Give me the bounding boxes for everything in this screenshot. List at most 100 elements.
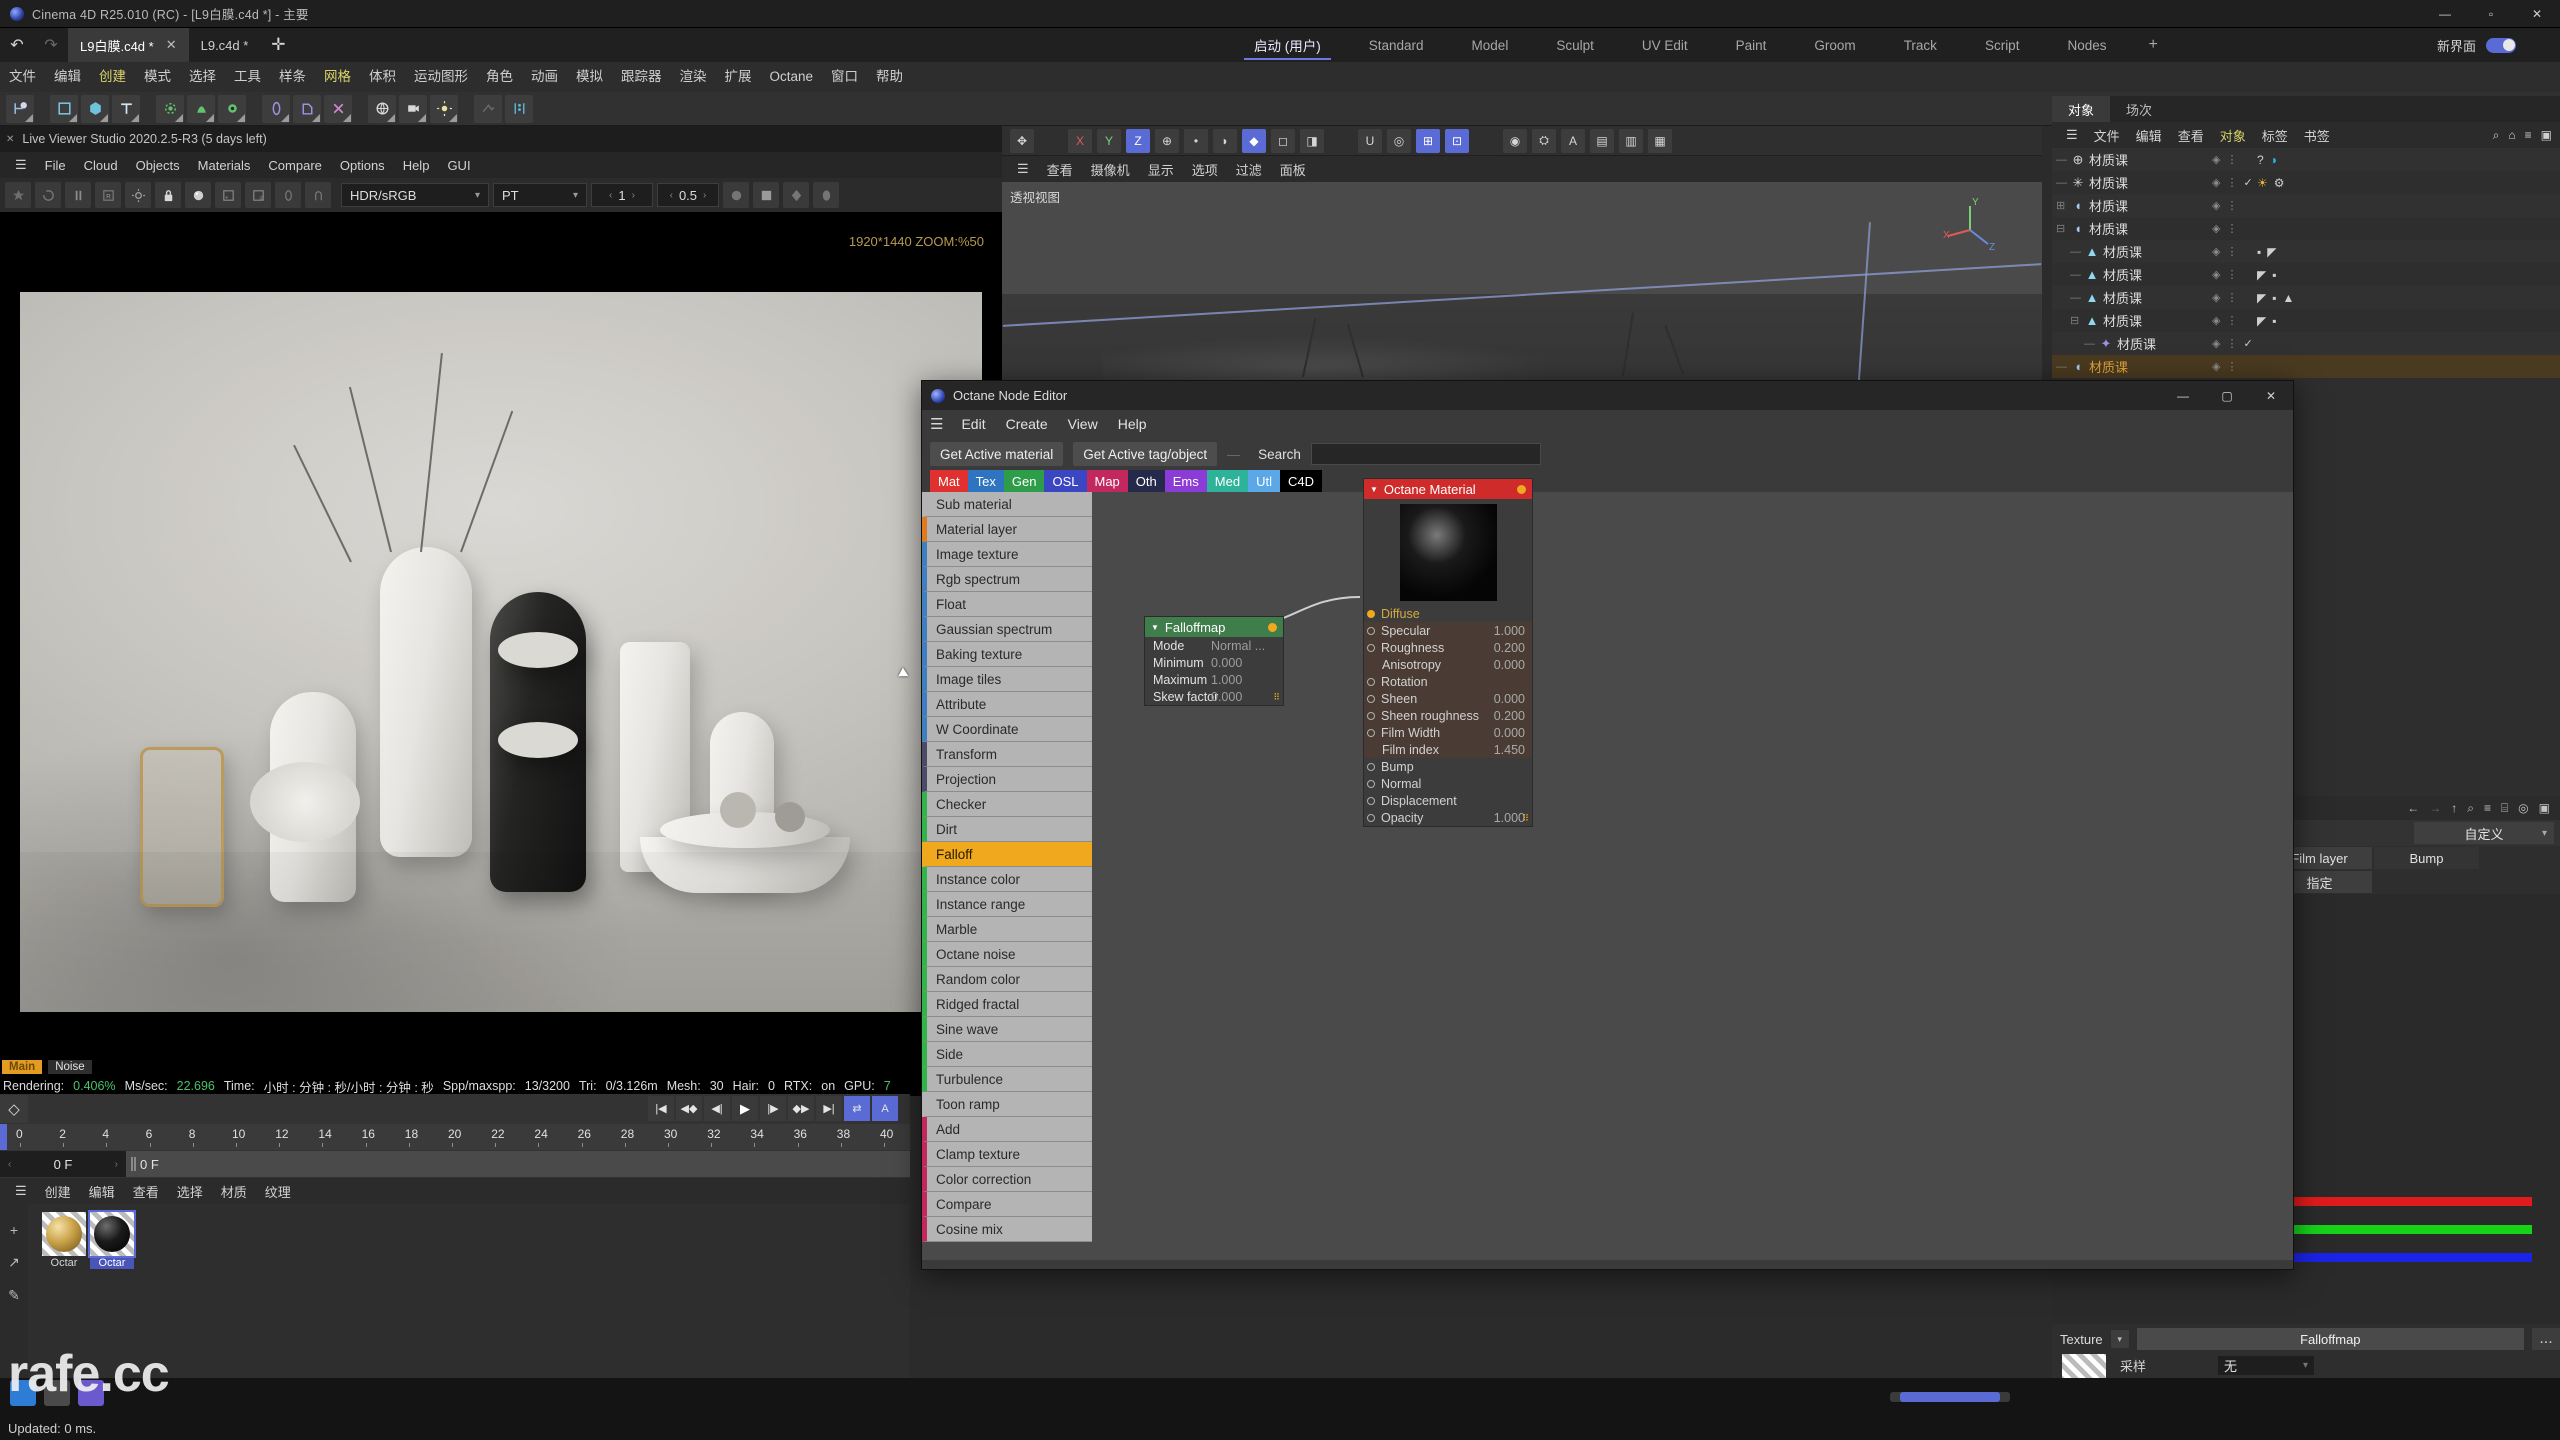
object-row-0[interactable]: — ⊕ 材质课 ◈ ⋮? ◑ [2052, 148, 2560, 171]
layout-icon[interactable]: ▣ [2539, 801, 2550, 815]
tree-toggle-icon[interactable]: — [2070, 292, 2084, 304]
texture-mode-icon[interactable]: ◨ [1300, 128, 1324, 153]
resize-grip-icon[interactable]: ⠿ [1522, 813, 1529, 824]
mm-menu-edit[interactable]: 编辑 [80, 1182, 124, 1201]
get-active-tag-object-button[interactable]: Get Active tag/object [1073, 442, 1218, 466]
workspace-tab-4[interactable]: UV Edit [1618, 28, 1712, 62]
main-menu-item-15[interactable]: 扩展 [716, 62, 761, 92]
main-menu-item-12[interactable]: 模拟 [567, 62, 612, 92]
document-tab-1[interactable]: L9.c4d * [189, 28, 261, 62]
collapse-triangle-icon[interactable]: ▼ [1370, 485, 1378, 494]
node-type-list[interactable]: Sub material Material layer Image texture R… [922, 492, 1092, 1260]
lv-menu-materials[interactable]: Materials [189, 158, 260, 173]
star-render-icon[interactable] [5, 182, 31, 208]
node-list-item-16[interactable]: Instance range [922, 892, 1092, 917]
node-list-item-23[interactable]: Turbulence [922, 1067, 1092, 1092]
up-icon[interactable]: ↑ [2451, 801, 2457, 815]
magnet-icon[interactable]: U [1358, 128, 1382, 153]
material-port-normal[interactable]: Normal [1364, 775, 1532, 792]
falloffmap-node-header[interactable]: ▼ Falloffmap [1145, 617, 1283, 637]
subdivision-icon[interactable] [156, 94, 184, 123]
num2-field[interactable]: ‹ 0.5 › [657, 183, 719, 207]
resize-grip-icon[interactable]: ⠿ [1273, 692, 1280, 703]
shape-sphere-icon[interactable] [723, 182, 749, 208]
main-menu-item-0[interactable]: 文件 [0, 62, 45, 92]
box-object-icon[interactable] [81, 94, 109, 123]
mm-menu-view[interactable]: 查看 [124, 1182, 168, 1201]
ne-menu-help[interactable]: Help [1108, 416, 1157, 432]
node-category-ems[interactable]: Ems [1164, 470, 1207, 492]
workspace-tab-3[interactable]: Sculpt [1532, 28, 1618, 62]
hamburger-icon[interactable]: ☰ [1008, 161, 1038, 177]
node-list-item-3[interactable]: Rgb spectrum [922, 567, 1092, 592]
play-button[interactable]: ▶ [732, 1096, 758, 1121]
main-menu-item-2[interactable]: 创建 [90, 62, 135, 92]
port-pin-icon[interactable] [1367, 677, 1375, 686]
maximize-button[interactable]: ▫ [2468, 0, 2514, 28]
node-list-item-25[interactable]: Add [922, 1117, 1092, 1142]
node-category-c4d[interactable]: C4D [1279, 470, 1322, 492]
octane-material-node[interactable]: ▼ Octane Material Diffuse Specular 1.000 Ro… [1363, 478, 1533, 827]
autokey-toggle-button[interactable]: A [872, 1096, 898, 1121]
add-document-icon[interactable]: ✛ [260, 28, 296, 62]
lv-menu-compare[interactable]: Compare [259, 158, 330, 173]
falloffmap-node[interactable]: ▼ Falloffmap Mode Normal ... Minimum 0.0… [1144, 616, 1284, 706]
node-list-item-22[interactable]: Side [922, 1042, 1092, 1067]
close-button[interactable]: ✕ [2514, 0, 2560, 28]
object-tag-icon[interactable]: ▪ [2272, 291, 2276, 305]
hamburger-icon[interactable]: ☰ [2058, 127, 2086, 143]
chip-main[interactable]: Main [2, 1060, 43, 1074]
frame-range-bar[interactable]: 0 F [126, 1151, 910, 1177]
window-controls[interactable]: — ▫ ✕ [2422, 0, 2560, 28]
num1-field[interactable]: ‹ 1 › [591, 183, 653, 207]
layout-2-icon[interactable]: ▥ [1619, 128, 1643, 153]
go-start-button[interactable]: |◀ [648, 1096, 674, 1121]
axis-z-toggle[interactable]: Z [1126, 128, 1150, 153]
main-menu-item-17[interactable]: 窗口 [822, 62, 867, 92]
spline-icon[interactable] [262, 94, 290, 123]
playhead[interactable] [0, 1124, 7, 1150]
object-row-1[interactable]: — ✳ 材质课 ◈ ⋮ ✓ ☀ ⚙ [2052, 171, 2560, 194]
node-list-item-9[interactable]: W Coordinate [922, 717, 1092, 742]
new-ui-switch[interactable]: 新界面 [2437, 28, 2516, 62]
tab-objects[interactable]: 对象 [2052, 96, 2111, 122]
point-mode-icon[interactable]: • [1184, 128, 1208, 153]
node-list-item-24[interactable]: Toon ramp [922, 1092, 1092, 1117]
node-list-item-11[interactable]: Projection [922, 767, 1092, 792]
port-pin-icon[interactable] [1367, 728, 1375, 737]
material-port-anisotropy[interactable]: Anisotropy 0.000 [1364, 656, 1532, 673]
text-tool-icon[interactable] [112, 94, 140, 123]
attribute-mode-select[interactable]: 自定义 ▾ [2414, 822, 2554, 844]
live-viewer-canvas[interactable]: 1920*1440 ZOOM:%50 [0, 212, 1002, 1058]
close-icon[interactable]: ✕ [6, 134, 14, 145]
node-list-item-21[interactable]: Sine wave [922, 1017, 1092, 1042]
minimize-button[interactable]: — [2161, 381, 2205, 410]
main-menu-item-13[interactable]: 跟踪器 [612, 62, 671, 92]
om-menu-tags[interactable]: 标签 [2254, 126, 2296, 145]
axis-x-toggle[interactable]: X [1068, 128, 1092, 153]
om-menu-bookmarks[interactable]: 书签 [2296, 126, 2338, 145]
new-ui-toggle[interactable] [2486, 37, 2516, 53]
chevron-down-icon[interactable]: ▾ [2110, 1330, 2129, 1348]
output-port[interactable] [1268, 622, 1277, 632]
shape-square-icon[interactable] [753, 182, 779, 208]
shape-diamond-icon[interactable] [783, 182, 809, 208]
main-menu-item-6[interactable]: 样条 [270, 62, 315, 92]
visibility-dots[interactable]: ◈ ⋮ [2212, 199, 2237, 212]
material-port-specular[interactable]: Specular 1.000 [1364, 622, 1532, 639]
polygon-mode-icon[interactable]: ◆ [1242, 128, 1266, 153]
visibility-dots[interactable]: ◈ ⋮ [2212, 314, 2237, 327]
target-icon[interactable]: ◎ [2518, 801, 2528, 815]
collapse-triangle-icon[interactable]: ▼ [1151, 623, 1159, 632]
om-menu-file[interactable]: 文件 [2086, 126, 2128, 145]
image-save-icon[interactable] [215, 182, 241, 208]
workspace-tab-0[interactable]: 启动 (用户) [1230, 28, 1345, 62]
next-key-button[interactable]: ◆▶ [788, 1096, 814, 1121]
layout-3-icon[interactable]: ▦ [1648, 128, 1672, 153]
object-tag-icon[interactable]: ? [2257, 153, 2264, 167]
object-row-2[interactable]: ⊞ ◖ 材质课 ◈ ⋮ [2052, 194, 2560, 217]
om-menu-view[interactable]: 查看 [2170, 126, 2212, 145]
node-list-item-17[interactable]: Marble [922, 917, 1092, 942]
visibility-dots[interactable]: ◈ ⋮ ✓ [2212, 337, 2253, 350]
object-tag-icon[interactable]: ◤ [2257, 291, 2266, 305]
